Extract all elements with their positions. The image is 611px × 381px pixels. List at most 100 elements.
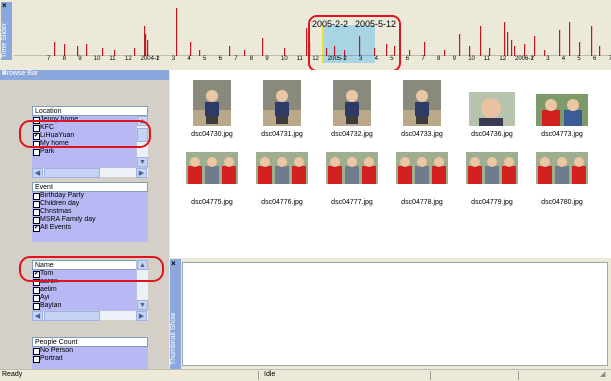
- time-slider[interactable]: Time Slider × 2005-2-2 2005-5-12 7 8 9 10 11…: [0, 0, 611, 72]
- scroll-left-icon[interactable]: ◀: [32, 311, 43, 321]
- photo-tile[interactable]: dsc04730.jpg: [176, 78, 248, 138]
- time-axis-tick: 9: [265, 56, 269, 62]
- time-slider-close-icon[interactable]: ×: [2, 1, 7, 10]
- event-list[interactable]: Birthday Party Children day Christmas MSRA …: [32, 192, 148, 242]
- photo-tile[interactable]: dsc04731.jpg: [246, 78, 318, 138]
- photo-shirt: [564, 110, 582, 126]
- list-item[interactable]: MSRA Family day: [32, 216, 148, 224]
- list-item[interactable]: Park: [32, 148, 148, 156]
- photo-tile[interactable]: dsc04780.jpg: [526, 146, 598, 206]
- list-item[interactable]: Ayi: [32, 294, 148, 302]
- photo-filename: dsc04775.jpg: [191, 199, 233, 206]
- photo-face: [417, 157, 427, 167]
- list-item[interactable]: aelim: [32, 286, 148, 294]
- checkbox[interactable]: [33, 217, 40, 224]
- list-item[interactable]: Children day: [32, 200, 148, 208]
- photo-thumbnail[interactable]: [536, 152, 588, 184]
- checkbox[interactable]: [33, 201, 40, 208]
- photo-face: [294, 157, 304, 167]
- photo-face: [487, 157, 497, 167]
- photo-face: [276, 90, 288, 102]
- time-axis: 7 8 9 10 11 12 2004-1 2 3 4 5 6 7 8 9 10 11 12 2005-1 2 3 4 5 6…: [14, 56, 611, 64]
- checkbox[interactable]: [33, 295, 40, 302]
- browse-bar-close-icon[interactable]: ×: [2, 70, 166, 77]
- location-hscroll[interactable]: ◀ ▶: [32, 167, 148, 178]
- checkbox[interactable]: [33, 287, 40, 294]
- photo-thumbnail[interactable]: [469, 92, 515, 126]
- people-count-list[interactable]: No Person Portrait: [32, 347, 148, 369]
- scroll-right-icon[interactable]: ▶: [136, 311, 147, 321]
- thumbnail-show-area[interactable]: [182, 262, 608, 366]
- location-title: Location: [32, 106, 148, 116]
- photo-thumbnail[interactable]: [326, 152, 378, 184]
- time-axis-tick: 2: [156, 56, 160, 62]
- list-item[interactable]: Christmas: [32, 208, 148, 216]
- photo-thumbnail[interactable]: [263, 80, 301, 126]
- photo-shirt: [222, 166, 236, 184]
- histogram-bar: [534, 36, 536, 56]
- photo-shirt: [275, 102, 289, 116]
- photo-thumbnail[interactable]: [186, 152, 238, 184]
- resize-grip-icon[interactable]: ◢: [600, 370, 605, 378]
- photo-face: [364, 157, 374, 167]
- photo-thumbnail[interactable]: [256, 152, 308, 184]
- photo-thumbnail[interactable]: [466, 152, 518, 184]
- time-axis-tick: 10: [93, 56, 101, 62]
- photo-tile[interactable]: dsc04773.jpg: [526, 78, 598, 138]
- photo-shirt: [292, 166, 306, 184]
- photo-thumbnail[interactable]: [536, 94, 588, 126]
- list-item[interactable]: Baylan: [32, 302, 148, 310]
- list-item[interactable]: No Person: [32, 347, 148, 355]
- photo-filename: dsc04778.jpg: [401, 199, 443, 206]
- photo-shirt: [415, 166, 429, 184]
- histogram-bar: [507, 32, 509, 56]
- checkbox[interactable]: [33, 209, 40, 216]
- photo-thumbnail[interactable]: [396, 152, 448, 184]
- photo-tile[interactable]: dsc04733.jpg: [386, 78, 458, 138]
- photo-face: [504, 157, 514, 167]
- photo-shirt: [205, 102, 219, 116]
- list-item[interactable]: Birthday Party: [32, 192, 148, 200]
- time-axis-tick: 3: [359, 56, 363, 62]
- checkbox[interactable]: ✔: [33, 225, 40, 232]
- photo-thumbnail[interactable]: [333, 80, 371, 126]
- time-axis-tick: 8: [249, 56, 254, 62]
- list-item[interactable]: Portrait: [32, 355, 148, 363]
- histogram-bar: [176, 8, 178, 56]
- scroll-thumb[interactable]: [44, 311, 100, 321]
- photo-grid[interactable]: dsc04730.jpg dsc04731.jpg dsc04732.jpg dsc0…: [170, 70, 611, 258]
- photo-thumbnail[interactable]: [193, 80, 231, 126]
- photo-tile[interactable]: dsc04776.jpg: [246, 146, 318, 206]
- checkbox[interactable]: [33, 149, 40, 156]
- scroll-thumb[interactable]: [44, 168, 100, 178]
- list-item-label: Children day: [40, 200, 80, 207]
- photo-tile[interactable]: dsc04779.jpg: [456, 146, 528, 206]
- time-axis-tick: 10: [468, 56, 475, 62]
- list-item[interactable]: ✔ All Events: [32, 224, 148, 232]
- scroll-left-icon[interactable]: ◀: [32, 168, 43, 178]
- highlight-ring-name: [19, 256, 164, 282]
- checkbox[interactable]: [33, 356, 40, 363]
- histogram-bar: [134, 48, 136, 56]
- status-idle: Idle: [264, 371, 276, 378]
- photo-tile[interactable]: dsc04732.jpg: [316, 78, 388, 138]
- scroll-right-icon[interactable]: ▶: [136, 168, 147, 178]
- time-axis-tick: 10: [281, 56, 288, 62]
- scroll-down-icon[interactable]: ▼: [137, 157, 148, 167]
- checkbox[interactable]: [33, 193, 40, 200]
- list-item-label: Birthday Party: [40, 192, 84, 199]
- scroll-down-icon[interactable]: ▼: [137, 300, 148, 310]
- name-hscroll[interactable]: ◀ ▶: [32, 310, 148, 321]
- photo-tile[interactable]: dsc04775.jpg: [176, 146, 248, 206]
- checkbox[interactable]: [33, 303, 40, 310]
- histogram-bar: [64, 44, 66, 56]
- thumbnail-show-close-icon[interactable]: ×: [171, 259, 176, 268]
- photo-tile[interactable]: dsc04778.jpg: [386, 146, 458, 206]
- photo-tile[interactable]: dsc04736.jpg: [456, 78, 528, 138]
- checkbox[interactable]: [33, 348, 40, 355]
- histogram-bar: [579, 42, 581, 56]
- time-slider-side-tab: Time Slider: [1, 2, 12, 60]
- photo-pants: [416, 116, 428, 124]
- photo-tile[interactable]: dsc04777.jpg: [316, 146, 388, 206]
- photo-thumbnail[interactable]: [403, 80, 441, 126]
